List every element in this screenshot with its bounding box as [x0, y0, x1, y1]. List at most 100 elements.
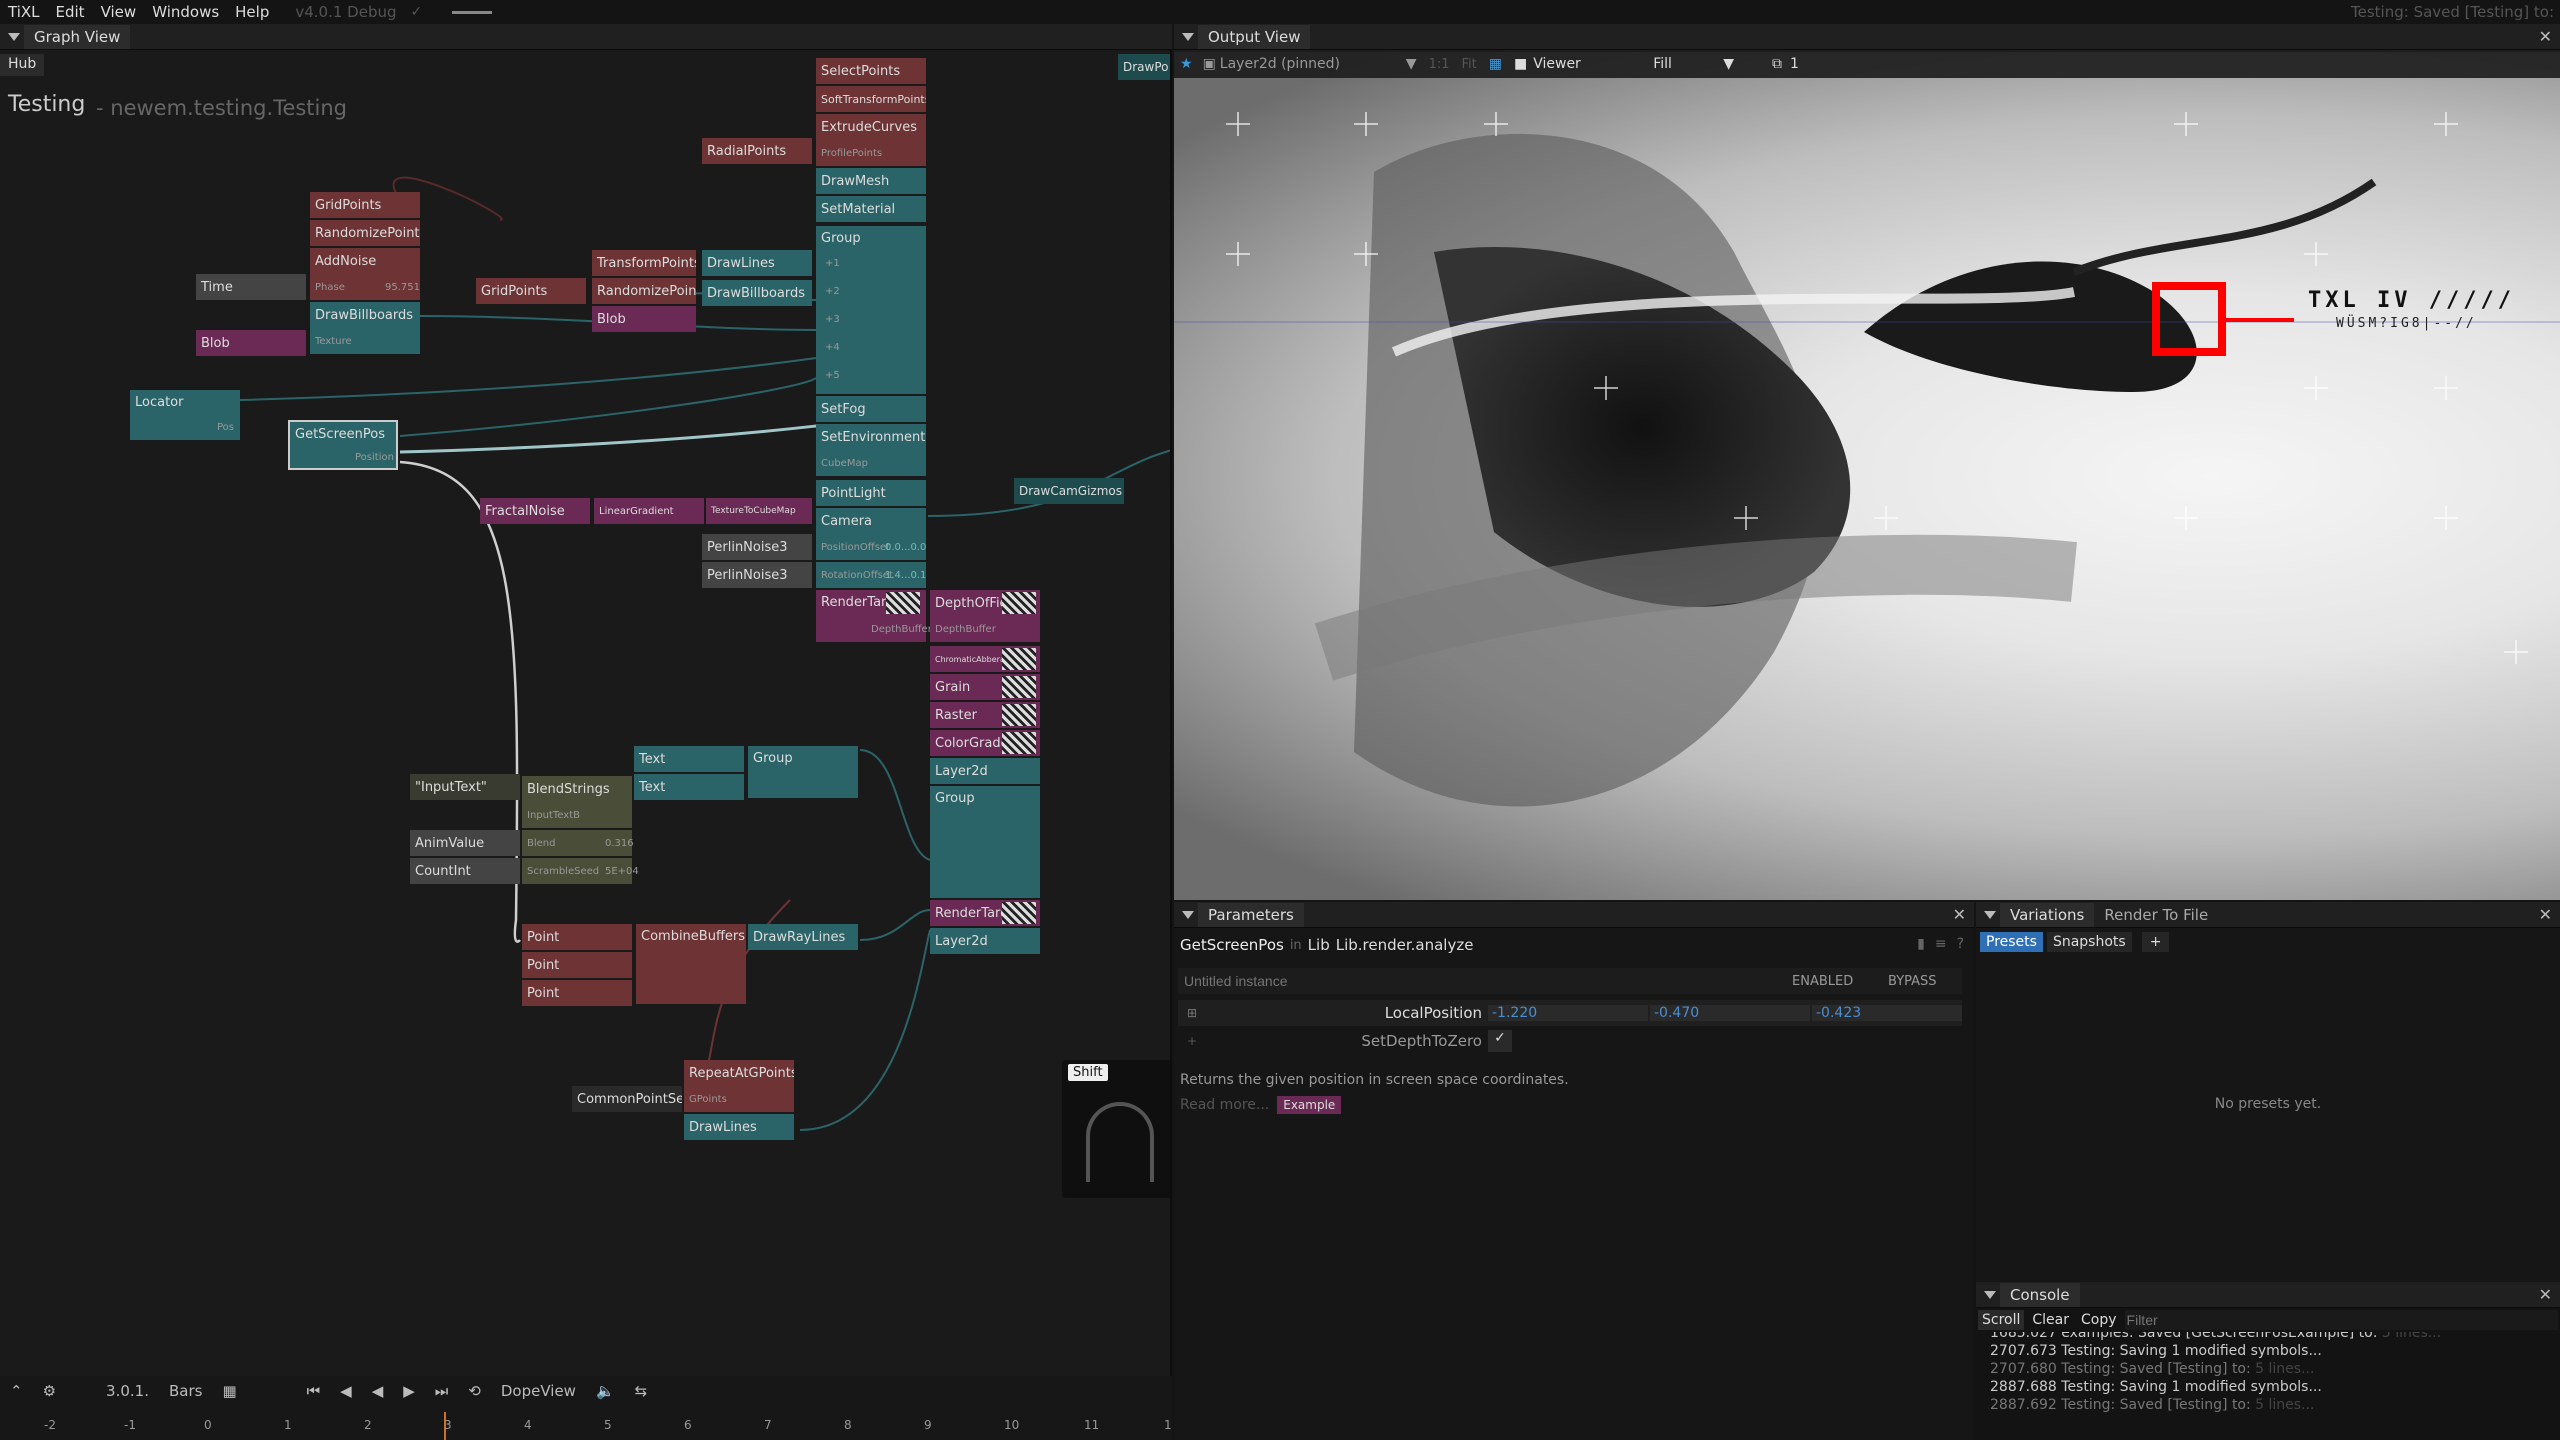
node-blob[interactable]: Blob — [196, 330, 306, 356]
node-text-b[interactable]: Text — [634, 774, 744, 800]
node-transform-points[interactable]: TransformPoints — [592, 250, 696, 276]
menu-windows[interactable]: Windows — [144, 3, 227, 21]
node-perlin-noise-b[interactable]: PerlinNoise3 — [702, 562, 812, 588]
node-draw-mesh[interactable]: DrawMesh — [816, 168, 926, 194]
grid-icon[interactable]: ▦ — [1489, 56, 1502, 72]
lib-label[interactable]: Lib — [1308, 936, 1330, 954]
port-depth-buffer[interactable]: DepthBuffer — [866, 616, 937, 642]
timeline-ruler[interactable]: -2 -1 0 1 2 3 4 5 6 7 8 9 10 11 1 — [0, 1412, 1172, 1440]
port-profile-points[interactable]: ProfilePoints — [816, 140, 926, 166]
add-preset-button[interactable]: + — [2141, 932, 2170, 952]
node-draw-po[interactable]: DrawPo — [1118, 54, 1170, 80]
sync-icon[interactable]: ⇆ — [635, 1382, 648, 1400]
render-viewport[interactable]: TXL IV ///// WÜSM?IG8|--// 1920x1080 — [1174, 52, 2560, 900]
node-layer2d-b[interactable]: Layer2d — [930, 928, 1040, 954]
close-icon[interactable]: ✕ — [2539, 1285, 2552, 1304]
expand-icon[interactable]: ⊞ — [1178, 1006, 1206, 1020]
node-point-b[interactable]: Point — [522, 952, 632, 978]
camera-icon[interactable]: ■ — [1514, 56, 1527, 72]
node-common-point-sets[interactable]: CommonPointSets — [572, 1086, 682, 1112]
dropdown-icon[interactable]: ▼ — [1723, 56, 1734, 72]
fit-button[interactable]: Fit — [1462, 57, 1477, 72]
console-filter-input[interactable] — [2124, 1310, 2558, 1330]
node-grid-points[interactable]: GridPoints — [310, 192, 420, 218]
node-point-light[interactable]: PointLight — [816, 480, 926, 506]
jump-end-icon[interactable]: ⏭ — [435, 1382, 449, 1400]
console-more[interactable]: 5 lines... — [2255, 1361, 2314, 1377]
example-button[interactable]: Example — [1277, 1096, 1342, 1114]
copy-button[interactable]: Copy — [2077, 1310, 2121, 1330]
tab-output-view[interactable]: Output View — [1198, 24, 1311, 49]
port-2[interactable]: +2 — [820, 278, 845, 304]
list-icon[interactable]: ≡ — [1935, 936, 1947, 952]
node-set-environment[interactable]: SetEnvironment — [816, 424, 926, 450]
bookmark-icon[interactable]: ▮ — [1917, 936, 1925, 952]
window-menu-icon[interactable] — [1182, 32, 1194, 41]
local-position-z[interactable]: -0.423 — [1812, 1005, 1962, 1021]
node-blob-b[interactable]: Blob — [592, 306, 696, 332]
node-extrude-curves[interactable]: ExtrudeCurves — [816, 114, 926, 140]
collapse-icon[interactable]: ⌃ — [10, 1382, 23, 1400]
clear-button[interactable]: Clear — [2028, 1310, 2073, 1330]
menu-help[interactable]: Help — [227, 3, 277, 21]
snapshots-tab[interactable]: Snapshots — [2046, 932, 2132, 952]
node-repeat-at-gpoints[interactable]: RepeatAtGPoints — [684, 1060, 794, 1086]
node-radial-points[interactable]: RadialPoints — [702, 138, 812, 164]
port-texture[interactable]: Texture — [310, 328, 420, 354]
node-grid-points-b[interactable]: GridPoints — [476, 278, 586, 304]
node-draw-cam-gizmos[interactable]: DrawCamGizmos — [1014, 478, 1124, 504]
node-point-c[interactable]: Point — [522, 980, 632, 1006]
node-perlin-noise-a[interactable]: PerlinNoise3 — [702, 534, 812, 560]
port-input-text-b[interactable]: InputTextB — [522, 802, 632, 828]
presets-tab[interactable]: Presets — [1980, 932, 2043, 952]
tab-render-to-file[interactable]: Render To File — [2094, 903, 2218, 927]
tab-parameters[interactable]: Parameters — [1198, 902, 1304, 927]
help-icon[interactable]: ? — [1957, 936, 1964, 952]
pinned-layer[interactable]: Layer2d (pinned) — [1220, 56, 1400, 72]
port-5[interactable]: +5 — [820, 362, 845, 388]
node-point-a[interactable]: Point — [522, 924, 632, 950]
tab-graph-view[interactable]: Graph View — [24, 24, 131, 49]
node-soft-transform-points[interactable]: SoftTransformPoints — [816, 86, 926, 112]
close-icon[interactable]: ✕ — [1953, 905, 1966, 924]
close-icon[interactable]: ✕ — [2539, 27, 2552, 46]
read-more-link[interactable]: Read more... — [1180, 1097, 1269, 1113]
node-draw-billboards-b[interactable]: DrawBillboards — [702, 280, 812, 306]
window-menu-icon[interactable] — [8, 32, 20, 41]
tab-console[interactable]: Console — [2000, 1282, 2080, 1307]
window-menu-icon[interactable] — [1182, 910, 1194, 919]
node-layer2d[interactable]: Layer2d — [930, 758, 1040, 784]
pin-icon[interactable]: ★ — [1180, 56, 1193, 72]
node-set-material[interactable]: SetMaterial — [816, 196, 926, 222]
ratio-button[interactable]: 1:1 — [1429, 57, 1450, 72]
screenshot-icon[interactable]: ⧉ — [1772, 56, 1782, 72]
time-display[interactable]: 3.0.1. — [106, 1382, 149, 1400]
port-1[interactable]: +1 — [820, 250, 845, 276]
port-gpoints[interactable]: GPoints — [684, 1086, 794, 1112]
plus-icon[interactable]: + — [1178, 1034, 1206, 1048]
set-depth-checkbox[interactable]: ✓ — [1488, 1030, 1512, 1052]
volume-slider[interactable] — [452, 10, 493, 14]
grid-icon[interactable]: ▦ — [222, 1382, 236, 1400]
audio-icon[interactable]: 🔈 — [596, 1382, 615, 1400]
local-position-x[interactable]: -1.220 — [1488, 1005, 1648, 1021]
node-camera[interactable]: Camera — [816, 508, 926, 534]
port-pos[interactable]: Pos — [212, 414, 239, 440]
play-icon[interactable]: ▶ — [403, 1382, 415, 1400]
jump-start-icon[interactable]: ⏮ — [307, 1382, 321, 1400]
console-more[interactable]: 5 lines... — [2382, 1332, 2441, 1341]
port-depth-buffer-b[interactable]: DepthBuffer — [930, 616, 1040, 642]
node-count-int[interactable]: CountInt — [410, 858, 520, 884]
graph-canvas[interactable]: Hub Testing - newem.testing.Testing Sele… — [0, 50, 1172, 1406]
tab-variations[interactable]: Variations — [2000, 902, 2095, 927]
camera-view-icon[interactable]: ▣ — [1203, 56, 1216, 72]
port-3[interactable]: +3 — [820, 306, 845, 332]
node-set-fog[interactable]: SetFog — [816, 396, 926, 422]
node-add-noise[interactable]: AddNoise — [310, 248, 420, 274]
window-menu-icon[interactable] — [1984, 910, 1996, 919]
node-draw-lines-b[interactable]: DrawLines — [684, 1114, 794, 1140]
node-time[interactable]: Time — [196, 274, 306, 300]
node-linear-gradient[interactable]: LinearGradient — [594, 498, 704, 524]
node-select-points[interactable]: SelectPoints — [816, 58, 926, 84]
loop-icon[interactable]: ⟲ — [468, 1382, 481, 1400]
